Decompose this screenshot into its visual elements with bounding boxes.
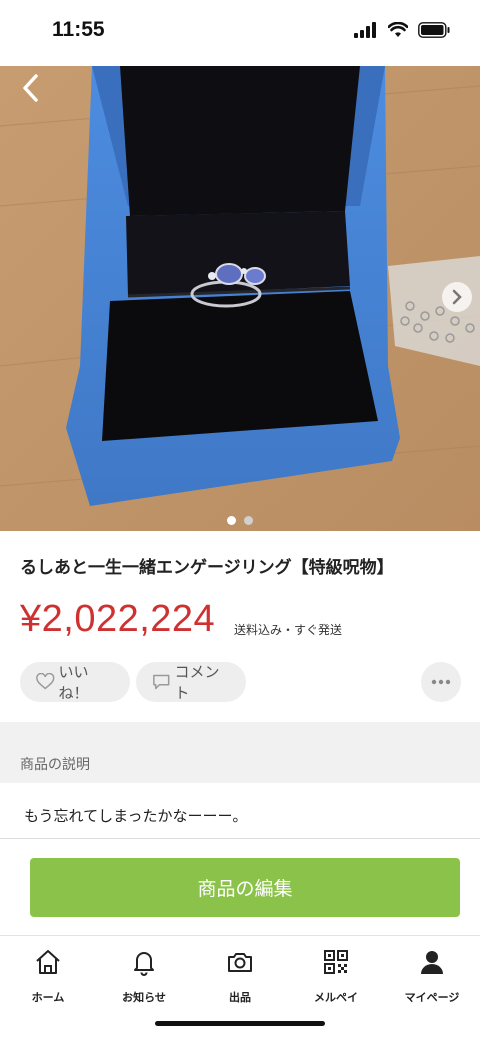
status-bar: 11:55 [0, 0, 480, 66]
ring-photo [0, 66, 480, 531]
image-pager[interactable] [0, 516, 480, 525]
bell-icon [134, 952, 154, 976]
status-icons [354, 22, 450, 38]
pager-dot[interactable] [244, 516, 253, 525]
description-header-label: 商品の説明 [20, 757, 90, 773]
camera-icon [228, 953, 252, 972]
like-label: いいね！ [58, 663, 89, 702]
signal-icon [354, 22, 376, 38]
product-price: ¥2,022,224 [20, 598, 216, 640]
chevron-right-icon [452, 289, 462, 305]
edit-item-button[interactable]: 商品の編集 [30, 858, 460, 917]
tab-merpay[interactable]: メルペイ [288, 946, 384, 1005]
more-options-button[interactable] [421, 662, 461, 702]
tab-mypage[interactable]: マイページ [384, 946, 480, 1005]
description-header: 商品の説明 [0, 722, 480, 783]
tab-listing[interactable]: 出品 [192, 946, 288, 1005]
tab-label: マイページ [404, 991, 460, 1004]
home-indicator [155, 1021, 325, 1026]
chevron-left-icon [23, 74, 38, 102]
like-button[interactable]: いいね！ [20, 662, 130, 702]
comment-label: コメント [174, 663, 220, 702]
shipping-note: 送料込み・すぐ発送 [234, 623, 343, 637]
pager-dot[interactable] [227, 516, 236, 525]
back-button[interactable] [14, 70, 50, 106]
next-image-button[interactable] [442, 282, 472, 312]
home-icon [36, 950, 60, 974]
description-text: もう忘れてしまったかなーーー。 [24, 807, 248, 825]
tab-notifications[interactable]: お知らせ [96, 946, 192, 1005]
tab-label: 出品 [229, 991, 251, 1004]
qr-code-icon [324, 950, 348, 974]
tab-label: メルペイ [314, 991, 358, 1004]
person-icon [421, 951, 443, 974]
comment-icon [153, 674, 170, 690]
product-image[interactable] [0, 66, 480, 531]
more-icon [431, 679, 451, 685]
tab-home[interactable]: ホーム [0, 946, 96, 1005]
tab-label: ホーム [31, 991, 65, 1004]
wifi-icon [388, 22, 408, 37]
product-title: るしあと一生一緒エンゲージリング【特級呪物】 [20, 558, 394, 578]
status-time: 11:55 [52, 18, 105, 41]
tab-label: お知らせ [122, 991, 166, 1004]
battery-icon [418, 22, 450, 38]
divider [0, 838, 480, 839]
heart-icon [36, 673, 55, 690]
comment-button[interactable]: コメント [136, 662, 246, 702]
